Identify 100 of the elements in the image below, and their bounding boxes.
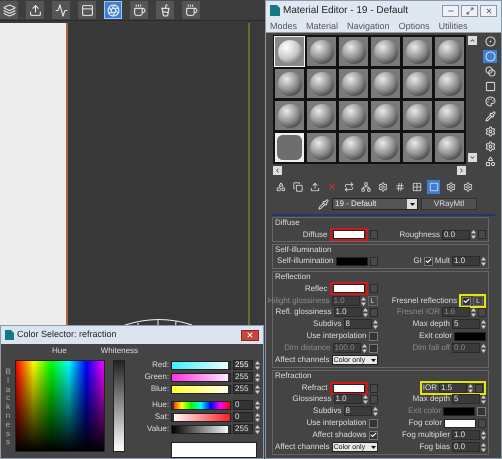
- repeat-button[interactable]: [342, 180, 355, 194]
- material-type-button[interactable]: VRayMtl: [421, 198, 477, 210]
- spinner-arrows-icon[interactable]: [255, 424, 260, 434]
- hue-spectrum[interactable]: [15, 360, 105, 452]
- cup-button[interactable]: [156, 1, 174, 19]
- value-field[interactable]: 0: [233, 400, 254, 410]
- slider-marker[interactable]: [228, 386, 230, 392]
- graph-button[interactable]: [52, 1, 70, 19]
- material-slot[interactable]: [338, 100, 369, 131]
- number-field[interactable]: 0.0: [452, 442, 480, 452]
- minimize-button[interactable]: [442, 4, 459, 16]
- cup-button[interactable]: [130, 1, 148, 19]
- number-field[interactable]: 1.5: [439, 383, 467, 393]
- spinner-arrows-icon[interactable]: [362, 344, 366, 352]
- spinner-arrows-icon[interactable]: [255, 384, 260, 394]
- value-field[interactable]: 255: [233, 372, 254, 382]
- spinner-arrows-icon[interactable]: [481, 394, 486, 404]
- material-slot[interactable]: [402, 68, 433, 99]
- material-slot[interactable]: [434, 36, 465, 67]
- material-slot[interactable]: [370, 36, 401, 67]
- cup-button[interactable]: [182, 1, 200, 19]
- material-slot[interactable]: [434, 132, 465, 163]
- spinner-arrows-icon[interactable]: [362, 394, 368, 404]
- material-slot[interactable]: [338, 132, 369, 163]
- scroll-up-button[interactable]: [468, 36, 477, 45]
- value-field[interactable]: 255: [233, 424, 254, 434]
- color-swatch[interactable]: [336, 256, 368, 266]
- slider-marker[interactable]: [228, 362, 230, 368]
- spinner-arrows-icon[interactable]: [360, 296, 366, 306]
- checkbox[interactable]: [368, 332, 378, 340]
- spinner-arrows-icon[interactable]: [468, 384, 473, 392]
- spinner-arrows-icon[interactable]: [372, 406, 378, 416]
- material-slot[interactable]: [370, 100, 401, 131]
- slider-marker[interactable]: [172, 402, 174, 408]
- material-slot[interactable]: [370, 132, 401, 163]
- maximize-button[interactable]: [461, 4, 478, 16]
- number-field[interactable]: 5: [452, 394, 480, 404]
- scroll-right-button[interactable]: [457, 166, 466, 175]
- upload-button[interactable]: [26, 1, 44, 19]
- number-field[interactable]: 8: [344, 406, 372, 416]
- spinner-arrows-icon[interactable]: [481, 320, 486, 328]
- material-slot[interactable]: [402, 132, 433, 163]
- menu-item[interactable]: Modes: [270, 22, 298, 30]
- spinner-arrows-icon[interactable]: [255, 412, 260, 422]
- menu-item[interactable]: Navigation: [347, 22, 390, 30]
- slider-marker[interactable]: [228, 426, 230, 432]
- close-button[interactable]: [241, 330, 259, 340]
- value-field[interactable]: 255: [233, 384, 254, 394]
- spinner-arrows-icon[interactable]: [255, 360, 260, 370]
- checkbox[interactable]: [368, 430, 378, 440]
- gear-button[interactable]: [444, 180, 457, 194]
- material-slot[interactable]: [434, 100, 465, 131]
- number-field[interactable]: 8: [344, 319, 372, 329]
- material-slot[interactable]: [402, 100, 433, 131]
- value-field[interactable]: 255: [233, 360, 254, 370]
- spinner-arrows-icon[interactable]: [471, 230, 476, 239]
- material-slot[interactable]: [370, 68, 401, 99]
- blend-button[interactable]: [483, 65, 497, 78]
- spinner-arrows-icon[interactable]: [481, 442, 486, 452]
- spinner-arrows-icon[interactable]: [372, 320, 378, 328]
- material-slot[interactable]: [434, 68, 465, 99]
- color-swatch[interactable]: [454, 332, 486, 340]
- material-slot[interactable]: [306, 36, 337, 67]
- pipette-button[interactable]: [483, 110, 497, 123]
- menu-item[interactable]: Material: [306, 22, 338, 30]
- material-slot[interactable]: [306, 132, 337, 163]
- material-slot[interactable]: [274, 68, 305, 99]
- checkbox[interactable]: [424, 256, 433, 266]
- color-swatch[interactable]: [332, 284, 364, 293]
- spinner-arrows-icon[interactable]: [481, 256, 486, 266]
- palette-button[interactable]: [483, 95, 497, 108]
- color-swatch[interactable]: [332, 230, 364, 239]
- square-button[interactable]: [483, 80, 497, 93]
- spinner-arrows-icon[interactable]: [471, 308, 476, 316]
- menu-item[interactable]: Utilities: [438, 22, 468, 30]
- spinner-arrows-icon[interactable]: [481, 344, 486, 352]
- gear-button[interactable]: [376, 180, 389, 194]
- spinner-arrows-icon[interactable]: [362, 308, 368, 316]
- whiteness-bar[interactable]: [113, 360, 125, 452]
- number-field[interactable]: 5: [452, 319, 480, 329]
- menu-item[interactable]: Options: [398, 22, 430, 30]
- number-field[interactable]: 1.0: [334, 394, 362, 404]
- pipette-icon[interactable]: [318, 198, 329, 210]
- material-slot[interactable]: [338, 68, 369, 99]
- color-swatch[interactable]: [332, 384, 364, 392]
- window-button[interactable]: [78, 1, 96, 19]
- scroll-left-button[interactable]: [273, 166, 282, 175]
- material-slot[interactable]: [338, 36, 369, 67]
- material-slot[interactable]: [306, 100, 337, 131]
- spinner-arrows-icon[interactable]: [255, 372, 260, 382]
- number-field[interactable]: 1.0: [452, 430, 480, 440]
- gear-button[interactable]: [483, 140, 497, 153]
- shapes-button[interactable]: [483, 155, 497, 168]
- material-slot[interactable]: [306, 68, 337, 99]
- number-field[interactable]: 0.0: [442, 230, 470, 240]
- color-swatch[interactable]: [443, 406, 475, 416]
- sphere-button[interactable]: [483, 35, 497, 48]
- material-slot[interactable]: [274, 100, 305, 131]
- checkbox[interactable]: [368, 344, 378, 352]
- number-field[interactable]: 1.0: [334, 307, 362, 317]
